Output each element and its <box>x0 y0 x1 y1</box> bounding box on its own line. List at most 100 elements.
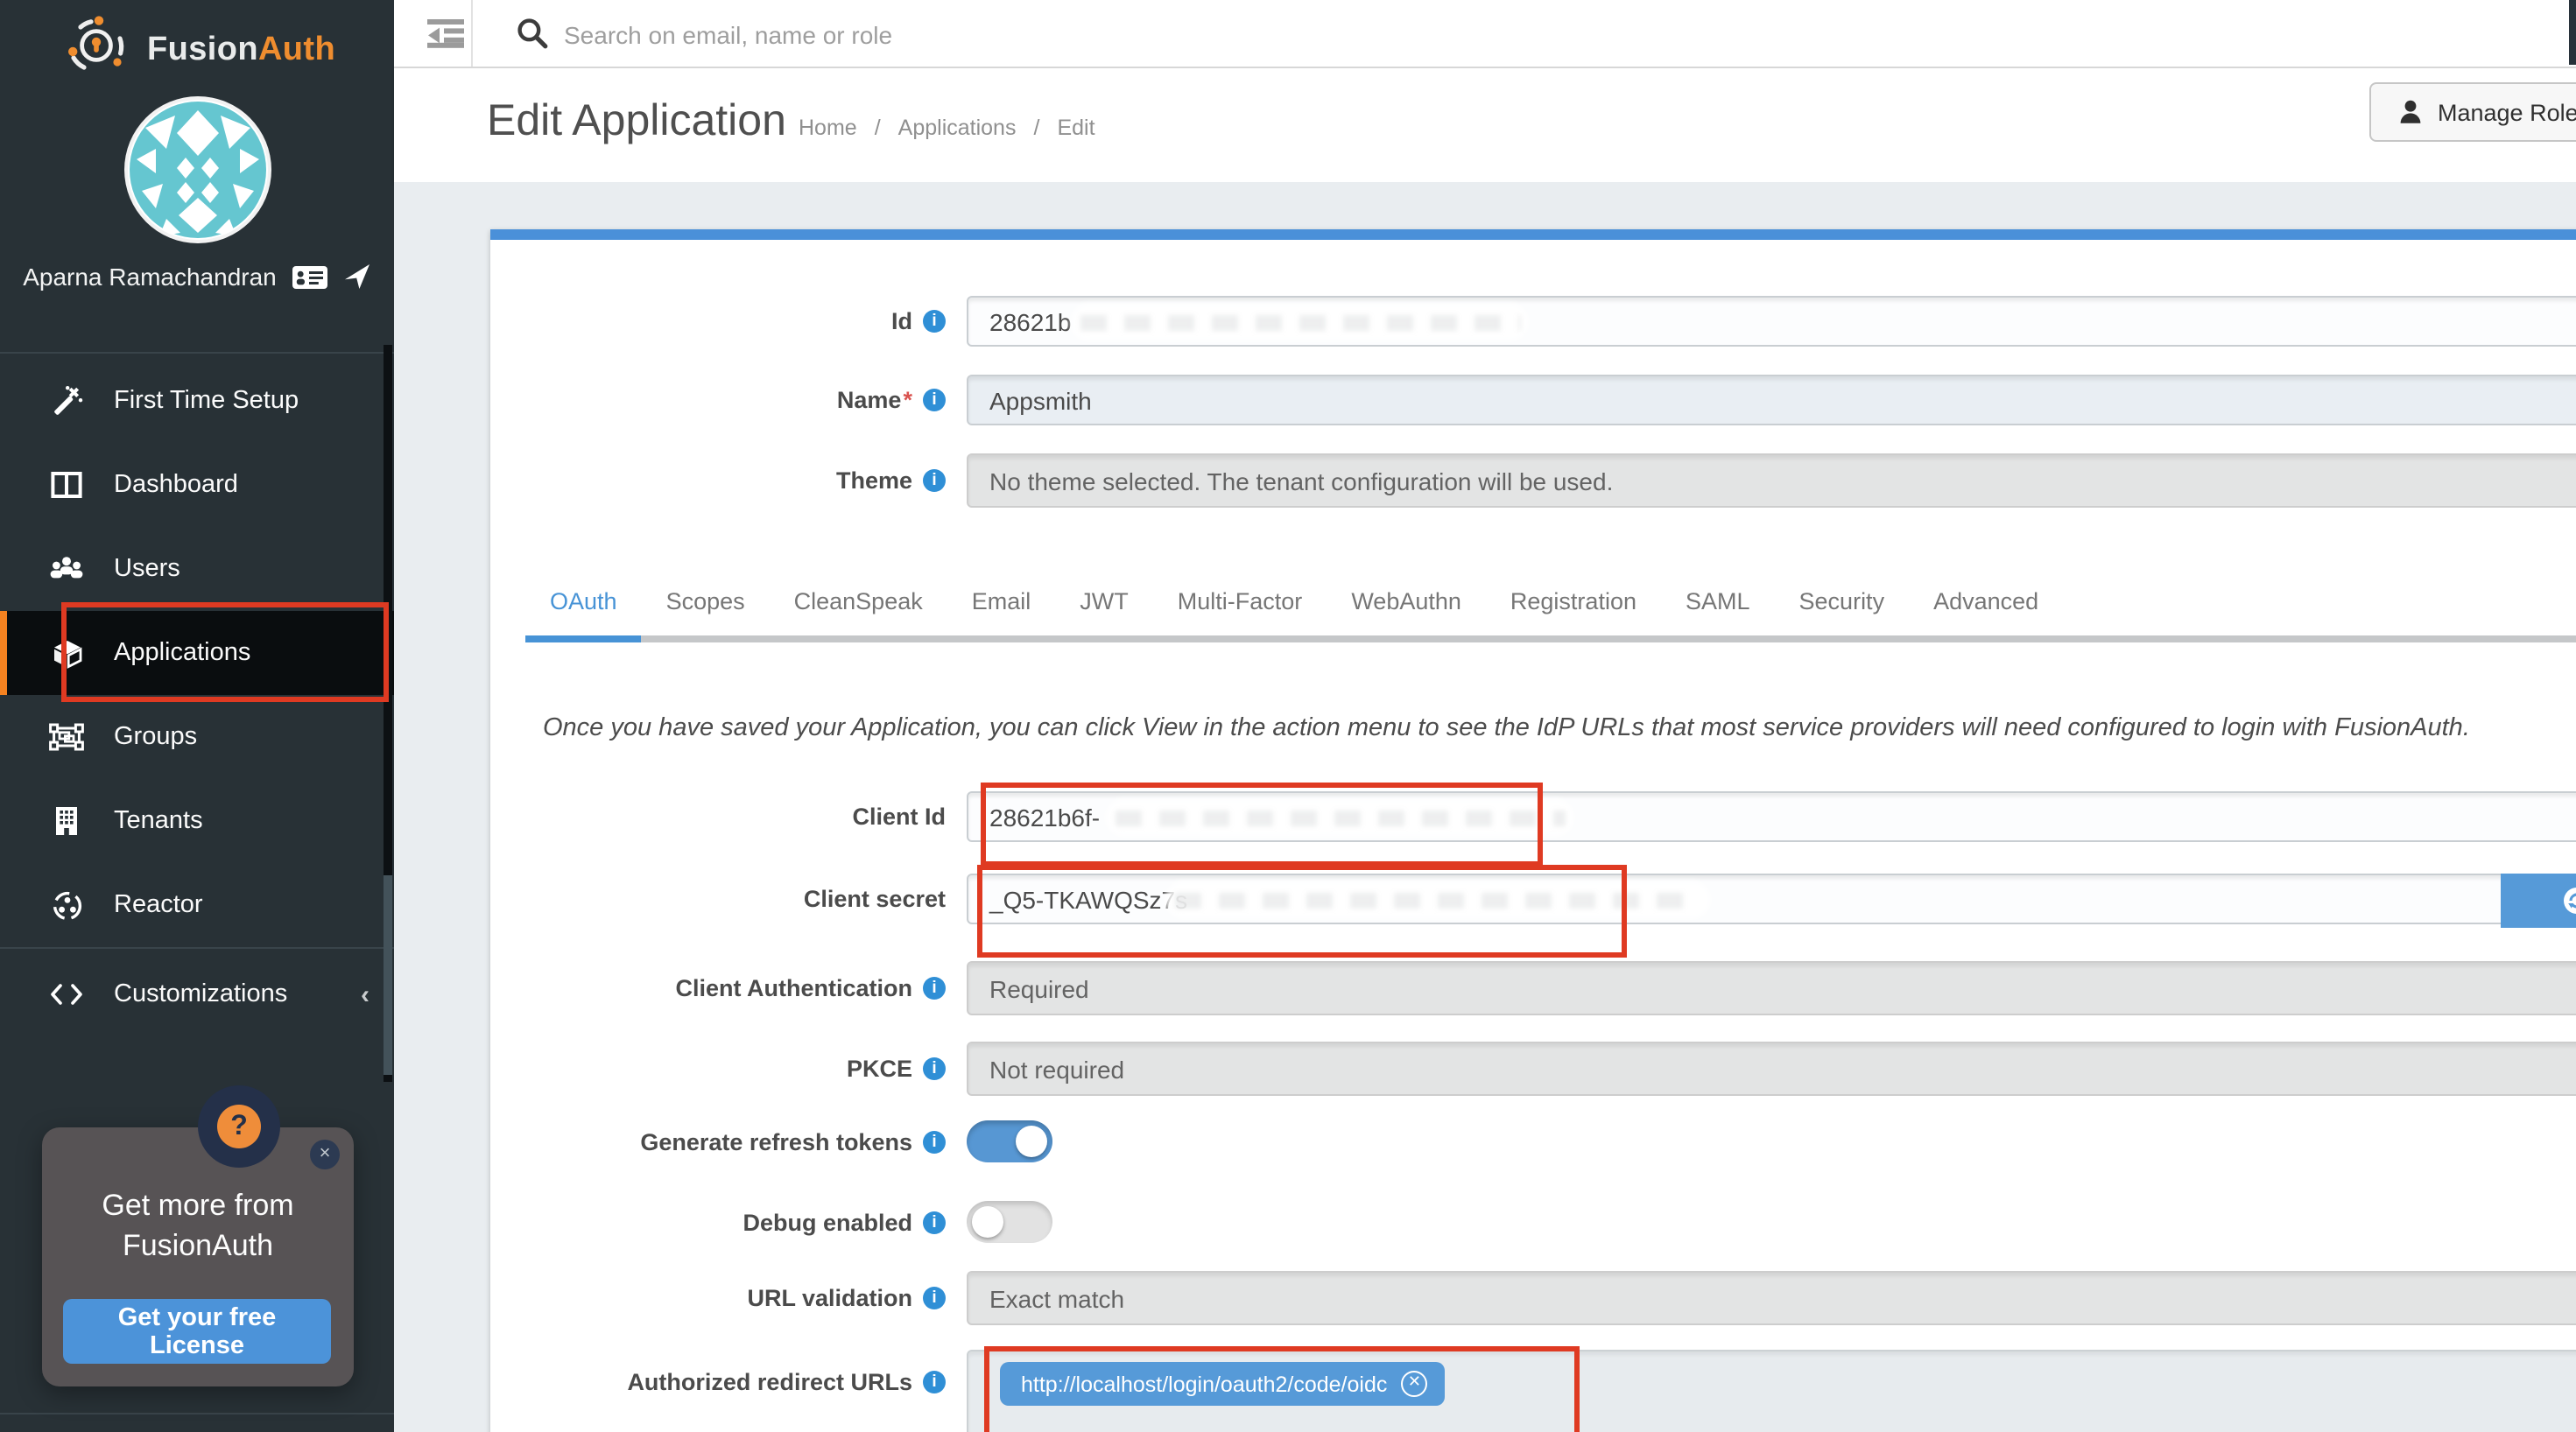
tab-scopes[interactable]: Scopes <box>642 576 770 635</box>
location-arrow-icon[interactable] <box>343 263 371 291</box>
sidebar-secondary-nav: Customizations ‹ <box>0 947 394 1036</box>
tab-saml[interactable]: SAML <box>1661 576 1775 635</box>
sidebar-item-dashboard[interactable]: Dashboard <box>0 443 394 527</box>
info-icon[interactable]: i <box>923 469 946 492</box>
fusionauth-logo-icon <box>67 16 126 84</box>
fusionauth-logo[interactable]: FusionAuth <box>67 16 335 84</box>
card-accent-bar <box>490 229 2576 240</box>
remove-chip-icon[interactable]: ✕ <box>1401 1371 1427 1397</box>
tab-cleanspeak[interactable]: CleanSpeak <box>770 576 947 635</box>
client-secret-field[interactable]: _Q5-TKAWQSz7s <box>967 874 2576 924</box>
close-icon[interactable]: × <box>310 1140 340 1169</box>
toggle-knob <box>1016 1126 1047 1157</box>
info-icon[interactable]: i <box>923 1287 946 1309</box>
page-title: Edit Application <box>487 96 786 147</box>
sidebar-item-label: Dashboard <box>114 471 238 499</box>
tab-advanced[interactable]: Advanced <box>1909 576 2063 635</box>
breadcrumb-separator: / <box>875 116 881 140</box>
generate-refresh-tokens-toggle[interactable] <box>967 1120 1052 1162</box>
field-label: Themei <box>490 453 946 508</box>
info-icon[interactable]: i <box>923 1057 946 1080</box>
tab-jwt[interactable]: JWT <box>1055 576 1153 635</box>
sidebar-item-label: Applications <box>114 639 250 667</box>
magic-wand-icon <box>49 384 84 418</box>
top-right-sliver <box>2569 0 2576 65</box>
user-row: Aparna Ramachandran <box>0 263 394 291</box>
field-row-name: Name* i Appsmith <box>490 375 2576 425</box>
field-label: Client secret <box>490 874 946 924</box>
client-authentication-field: Required <box>967 961 2576 1015</box>
user-icon <box>2399 100 2422 124</box>
search-icon <box>517 18 548 58</box>
regenerate-icon <box>2564 888 2576 923</box>
tab-oauth[interactable]: OAuth <box>525 576 642 635</box>
field-label: Idi <box>490 296 946 347</box>
tab-multi-factor[interactable]: Multi-Factor <box>1153 576 1327 635</box>
info-icon[interactable]: i <box>923 1211 946 1233</box>
breadcrumb-home[interactable]: Home <box>799 116 857 140</box>
info-icon[interactable]: i <box>923 389 946 411</box>
debug-enabled-toggle[interactable] <box>967 1201 1052 1243</box>
info-icon[interactable]: i <box>923 310 946 333</box>
regenerate-secret-button[interactable] <box>2501 874 2576 928</box>
info-icon[interactable]: i <box>923 1130 946 1153</box>
idp-note: Once you have saved your Application, yo… <box>543 714 2470 742</box>
field-label: Client Authenticationi <box>490 961 946 1015</box>
sidebar-item-first-time-setup[interactable]: First Time Setup <box>0 359 394 443</box>
name-field[interactable]: Appsmith <box>967 375 2576 425</box>
sidebar-item-reactor[interactable]: Reactor <box>0 863 394 947</box>
info-icon[interactable]: i <box>923 977 946 1000</box>
sidebar-nav: First Time Setup Dashboard <box>0 352 394 947</box>
sidebar-item-label: First Time Setup <box>114 387 299 415</box>
help-badge[interactable]: ? <box>198 1085 280 1168</box>
id-field[interactable]: 28621b <box>967 296 2576 347</box>
chevron-left-icon[interactable]: ‹ <box>361 979 370 1009</box>
user-name: Aparna Ramachandran <box>23 263 277 291</box>
field-label: Debug enabledi <box>490 1201 946 1243</box>
toggle-knob <box>972 1206 1003 1238</box>
sidebar-item-label: Customizations <box>114 980 287 1008</box>
tab-email[interactable]: Email <box>947 576 1056 635</box>
manage-roles-button[interactable]: Manage Roles <box>2369 82 2576 142</box>
content-area: Idi 28621b Name* i Appsmith <box>394 182 2576 1432</box>
sidebar-item-customizations[interactable]: Customizations ‹ <box>0 952 394 1036</box>
field-row-id: Idi 28621b <box>490 296 2576 347</box>
cube-icon <box>49 636 84 670</box>
field-row-client-id: Client Id 28621b6f- <box>490 791 2576 842</box>
pkce-field: Not required <box>967 1042 2576 1096</box>
sidebar-scrollbar-thumb[interactable] <box>384 875 392 1075</box>
sidebar-item-label: Groups <box>114 723 197 751</box>
sidebar-item-users[interactable]: Users <box>0 527 394 611</box>
field-row-authorized-redirect-urls: Authorized redirect URLsi http://localho… <box>490 1350 2576 1432</box>
redaction-smudge <box>1165 881 1711 919</box>
authorized-redirect-urls-field[interactable]: http://localhost/login/oauth2/code/oidc … <box>967 1350 2576 1432</box>
breadcrumb: Home / Applications / Edit <box>799 116 1095 140</box>
question-icon: ? <box>217 1105 261 1148</box>
topbar-divider <box>471 0 473 67</box>
required-marker: * <box>903 387 912 413</box>
user-avatar[interactable] <box>128 100 268 240</box>
code-icon <box>49 980 84 1008</box>
sidebar-scrollbar[interactable] <box>384 345 392 1082</box>
collapse-sidebar-icon[interactable] <box>427 18 466 58</box>
breadcrumb-applications[interactable]: Applications <box>898 116 1017 140</box>
fusionauth-logo-text: FusionAuth <box>147 31 335 69</box>
client-id-field[interactable]: 28621b6f- <box>967 791 2576 842</box>
breadcrumb-edit: Edit <box>1057 116 1094 140</box>
top-bar <box>394 0 2576 68</box>
field-label: Name* i <box>490 375 946 425</box>
get-free-license-button[interactable]: Get your free License <box>63 1299 331 1364</box>
tab-registration[interactable]: Registration <box>1486 576 1661 635</box>
search-input[interactable] <box>560 7 1443 63</box>
id-card-icon[interactable] <box>292 263 327 290</box>
tab-security[interactable]: Security <box>1775 576 1910 635</box>
sidebar-item-tenants[interactable]: Tenants <box>0 779 394 863</box>
promo-title: Get more from FusionAuth <box>42 1185 354 1266</box>
info-icon[interactable]: i <box>923 1371 946 1393</box>
sidebar-item-groups[interactable]: Groups <box>0 695 394 779</box>
sidebar-item-label: Users <box>114 555 180 583</box>
columns-icon <box>49 469 84 501</box>
oauth-tabs: OAuth Scopes CleanSpeak Email JWT Multi-… <box>525 576 2576 642</box>
sidebar-item-applications[interactable]: Applications <box>0 611 394 695</box>
tab-webauthn[interactable]: WebAuthn <box>1327 576 1486 635</box>
